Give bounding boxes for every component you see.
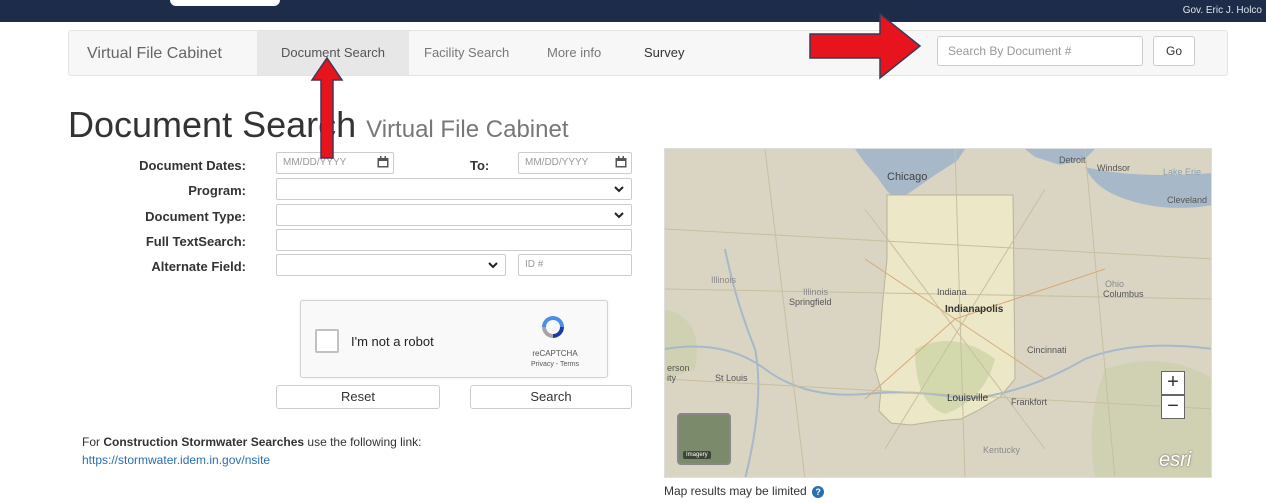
map-label-illinois-2: Illinois — [803, 287, 829, 297]
date-to-input[interactable]: MM/DD/YYYY — [518, 152, 632, 174]
id-input[interactable]: ID # — [518, 254, 632, 276]
help-icon[interactable]: ? — [812, 485, 825, 498]
zoom-out-button[interactable]: − — [1161, 395, 1185, 419]
right-arrow-annotation — [809, 12, 922, 80]
full-text-search-label: Full TextSearch: — [145, 234, 246, 249]
governor-text: Gov. Eric J. Holco — [1182, 5, 1262, 16]
map-label-cincinnati: Cincinnati — [1027, 345, 1067, 355]
date-to-placeholder: MM/DD/YYYY — [525, 157, 589, 168]
document-type-label: Document Type: — [145, 209, 246, 224]
up-arrow-annotation — [310, 56, 344, 159]
chevron-down-icon — [614, 212, 624, 219]
navbar: Virtual File Cabinet Document Search Fac… — [68, 30, 1228, 76]
top-banner: Gov. Eric J. Holco — [0, 0, 1266, 22]
note-prefix: For — [82, 435, 104, 449]
id-placeholder: ID # — [525, 259, 544, 270]
navbar-brand[interactable]: Virtual File Cabinet — [87, 45, 222, 63]
map-label-frankfort: Frankfort — [1011, 397, 1048, 407]
recaptcha-logo-icon — [542, 316, 564, 338]
chevron-down-icon — [488, 262, 498, 269]
nav-facility-search[interactable]: Facility Search — [424, 31, 509, 75]
map-view[interactable]: Chicago Detroit Windsor Lake Erie Clevel… — [664, 148, 1212, 478]
esri-logo: esri — [1159, 449, 1192, 471]
map-label-detroit: Detroit — [1059, 155, 1086, 165]
nav-survey[interactable]: Survey — [644, 31, 684, 75]
map-label-louisville: Louisville — [947, 393, 989, 404]
map-label-cleveland: Cleveland — [1167, 195, 1208, 205]
map-label-kentucky: Kentucky — [983, 445, 1021, 455]
recaptcha-widget: I'm not a robot reCAPTCHA Privacy - Term… — [300, 300, 608, 378]
document-type-select[interactable] — [276, 204, 632, 226]
document-dates-label: Document Dates: — [139, 158, 246, 173]
search-by-document-input[interactable] — [937, 36, 1143, 66]
recaptcha-label: I'm not a robot — [351, 334, 434, 349]
alternate-field-select[interactable] — [276, 254, 506, 276]
map-label-illinois: Illinois — [711, 275, 737, 285]
recaptcha-links[interactable]: Privacy - Terms — [517, 361, 593, 368]
map-note: Map results may be limited ? — [664, 484, 825, 498]
map-note-text: Map results may be limited — [664, 484, 807, 498]
map-label-windsor: Windsor — [1097, 163, 1131, 173]
go-button[interactable]: Go — [1153, 36, 1195, 66]
zoom-in-button[interactable]: + — [1161, 371, 1185, 395]
nav-more-info[interactable]: More info — [547, 31, 601, 75]
map-base — [665, 149, 1211, 477]
page-subtitle: Virtual File Cabinet — [366, 116, 569, 143]
note-bold: Construction Stormwater Searches — [103, 435, 305, 449]
map-label-ohio: Ohio — [1105, 279, 1125, 289]
imagery-label: Imagery — [683, 451, 711, 459]
banner-tab — [170, 0, 280, 6]
program-select[interactable] — [276, 178, 632, 200]
full-text-search-input[interactable] — [276, 229, 632, 251]
imagery-toggle[interactable]: Imagery — [677, 413, 731, 465]
calendar-icon[interactable] — [377, 156, 389, 168]
search-button[interactable]: Search — [470, 385, 632, 409]
map-label-chicago: Chicago — [887, 171, 928, 183]
map-label-st-louis: St Louis — [715, 373, 748, 383]
stormwater-link[interactable]: https://stormwater.idem.in.gov/nsite — [82, 453, 270, 467]
alternate-field-label: Alternate Field: — [151, 259, 246, 274]
map-label-indiana: Indiana — [937, 287, 967, 297]
chevron-down-icon — [614, 186, 624, 193]
program-label: Program: — [188, 183, 246, 198]
stormwater-note: For Construction Stormwater Searches use… — [82, 435, 421, 449]
map-label-springfield: Springfield — [789, 297, 832, 307]
reset-button[interactable]: Reset — [276, 385, 440, 409]
map-label-columbus: Columbus — [1103, 289, 1144, 299]
map-label-city: ity — [667, 373, 676, 383]
map-label-indianapolis: Indianapolis — [945, 304, 1004, 315]
map-label-lake-erie: Lake Erie — [1163, 167, 1202, 177]
to-label: To: — [470, 158, 490, 173]
note-suffix: use the following link: — [304, 435, 422, 449]
calendar-icon[interactable] — [615, 156, 627, 168]
recaptcha-brand: reCAPTCHA — [532, 349, 578, 358]
recaptcha-checkbox[interactable] — [315, 329, 339, 353]
map-label-jefferson: erson — [667, 363, 690, 373]
